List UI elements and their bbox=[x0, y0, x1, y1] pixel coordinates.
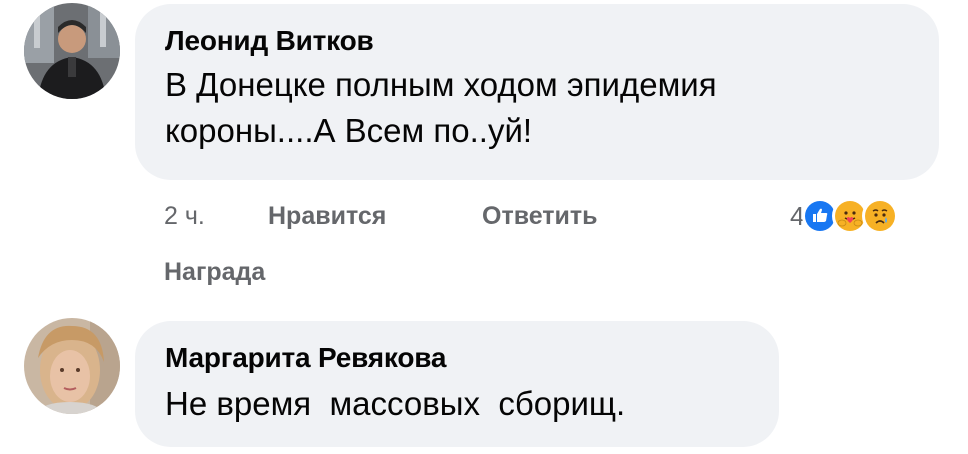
comment-timestamp[interactable]: 2 ч. bbox=[164, 202, 205, 231]
comment-text: Не время массовых сборищ. bbox=[165, 385, 626, 422]
reply-button[interactable]: Ответить bbox=[482, 202, 598, 231]
comment-bubble: Леонид Витков В Донецке полным ходом эпи… bbox=[135, 4, 939, 180]
award-button[interactable]: Награда bbox=[164, 258, 265, 287]
reactions-summary[interactable]: 4 bbox=[790, 196, 899, 236]
comment-text-line: короны....А Всем по..уй! bbox=[165, 112, 533, 149]
avatar-leonid[interactable] bbox=[24, 3, 120, 99]
sad-icon bbox=[862, 198, 899, 234]
comment-text-line: В Донецке полным ходом эпидемия bbox=[165, 66, 717, 103]
comment-text: В Донецке полным ходом эпидемия короны..… bbox=[165, 62, 909, 154]
comment-bubble: Маргарита Ревякова Не время массовых сбо… bbox=[135, 321, 779, 447]
like-button[interactable]: Нравится bbox=[268, 202, 386, 231]
comment-author[interactable]: Леонид Витков bbox=[165, 24, 909, 58]
avatar-margarita[interactable] bbox=[24, 318, 120, 414]
comment-author[interactable]: Маргарита Ревякова bbox=[165, 341, 749, 375]
